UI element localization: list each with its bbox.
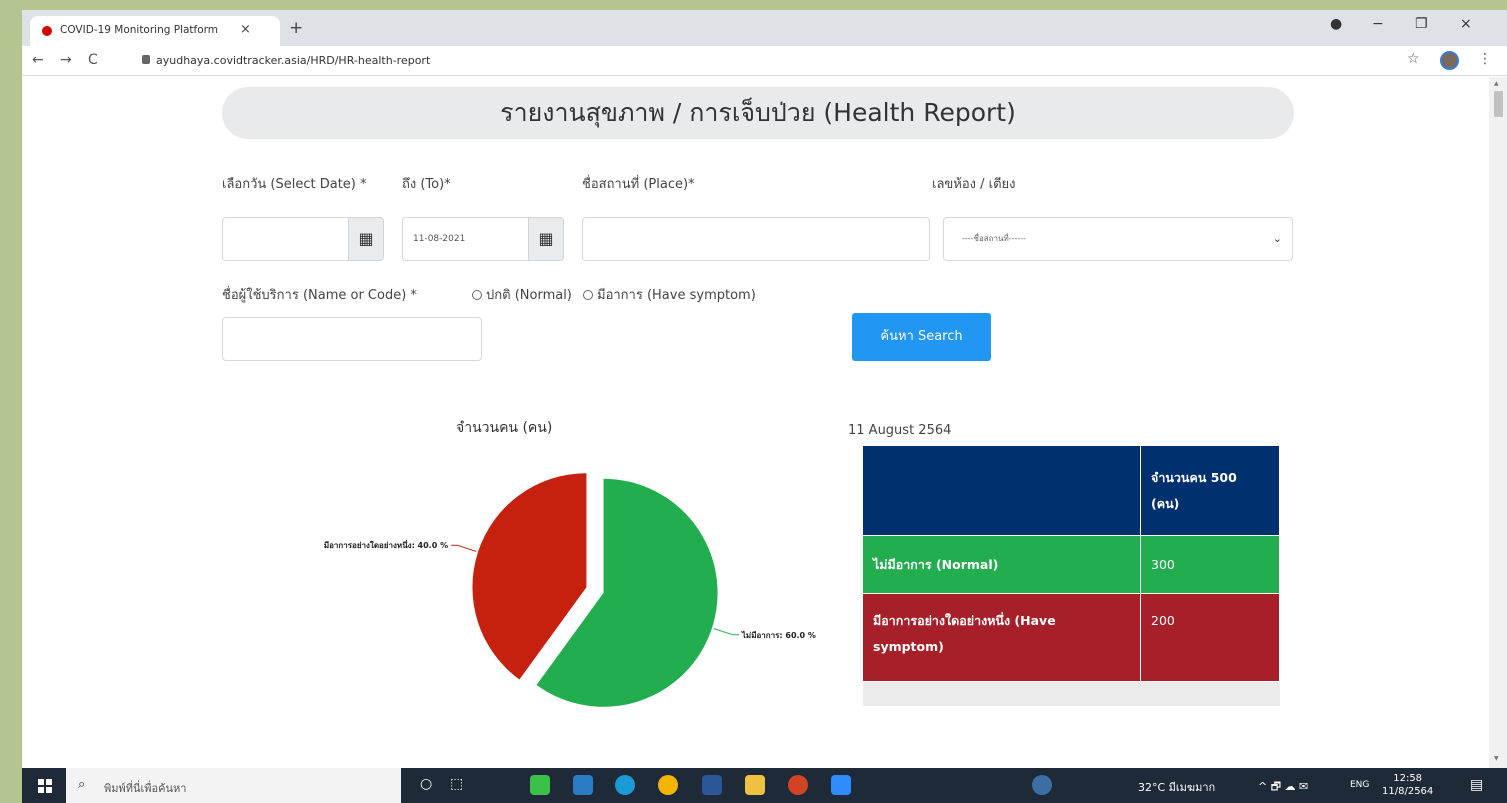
scroll-down-icon[interactable]: ▼ [1494,755,1499,762]
pie-leader-line [713,628,739,636]
room-bed-label: เลขห้อง / เตียง [932,177,1016,192]
table-header-row: จำนวนคน 500 (คน) [862,445,1280,536]
page-title: รายงานสุขภาพ / การเจ็บป่วย (Health Repor… [500,98,1016,127]
table-row: ไม่มีอาการ (Normal) 300 [862,535,1280,594]
scroll-up-icon[interactable]: ▲ [1494,80,1499,87]
name-input[interactable] [222,317,482,361]
room-select[interactable]: ----ชื่อสถานที่------ ⌄ [943,217,1293,261]
room-select-value: ----ชื่อสถานที่------ [962,234,1027,243]
weather-widget[interactable]: 32°C มีเมฆมาก [1138,778,1215,796]
place-input[interactable] [582,217,930,261]
word-app-icon[interactable] [702,775,722,795]
cortana-icon[interactable]: ○ [420,776,432,792]
table-header-empty [862,445,1141,536]
pie-leader-line [451,544,477,552]
pie-data-label: มีอาการอย่างใดอย่างหนึ่ง: 40.0 % [324,539,448,550]
pie-chart: ไม่ระบุ: 0.0 %ไม่มีอาการ: 60.0 %มีอาการอ… [324,473,816,707]
radio-normal-label: ปกติ (Normal) [486,288,572,303]
task-view-icon[interactable]: ⬚ [450,776,463,792]
powerpoint-app-icon[interactable] [788,775,808,795]
end-date-input[interactable]: 11-08-2021 [402,217,529,261]
to-date-label: ถึง (To)* [402,177,451,192]
name-label: ชื่อผู้ใช้บริการ (Name or Code) * [222,288,417,303]
table-header-count: จำนวนคน 500 (คน) [1140,445,1280,536]
place-label: ชื่อสถานที่ (Place)* [582,177,695,192]
zoom-app-icon[interactable] [831,775,851,795]
radio-circle-icon [583,290,593,300]
chart-title: จำนวนคน (คน) [456,420,553,436]
explorer-app-icon[interactable] [573,775,593,795]
clock-date: 11/8/2564 [1382,786,1434,797]
search-button[interactable]: ค้นหา Search [852,313,991,361]
search-icon: ⌕ [78,777,86,792]
scroll-thumb[interactable] [1494,91,1503,117]
line-app-icon[interactable] [530,775,550,795]
calendar-icon[interactable]: ▦ [348,217,384,261]
normal-label: ไม่มีอาการ (Normal) [862,535,1141,594]
page-content: รายงานสุขภาพ / การเจ็บป่วย (Health Repor… [22,77,1489,768]
table-row: มีอาการอย่างใดอย่างหนึ่ง (Have symptom) … [862,593,1280,682]
radio-symptom-label: มีอาการ (Have symptom) [597,288,756,303]
symptom-label: มีอาการอย่างใดอย่างหนึ่ง (Have symptom) [862,593,1141,682]
chrome-app-icon[interactable] [658,775,678,795]
windows-taskbar: ⌕ พิมพ์ที่นี่เพื่อค้นหา ○ ⬚ 32°C มีเมฆมา… [22,768,1507,803]
page-header: รายงานสุขภาพ / การเจ็บป่วย (Health Repor… [222,87,1294,139]
scrollbar[interactable]: ▲ ▼ [1489,77,1507,768]
file-explorer-icon[interactable] [745,775,765,795]
radio-normal[interactable]: ปกติ (Normal) [472,284,572,305]
clock[interactable]: 12:58 11/8/2564 [1382,772,1433,798]
clock-time: 12:58 [1393,773,1423,784]
radio-circle-icon [472,290,482,300]
symptom-value: 200 [1140,593,1280,682]
report-date: 11 August 2564 [848,423,952,438]
system-tray[interactable]: ^ 🗗 ☁ ✉ [1258,778,1308,797]
taskbar-search-placeholder: พิมพ์ที่นี่เพื่อค้นหา [104,782,187,795]
pie-data-label: ไม่มีอาการ: 60.0 % [741,630,816,640]
calendar-icon[interactable]: ▦ [528,217,564,261]
help-icon[interactable] [1032,775,1052,795]
start-date-input[interactable] [222,217,349,261]
notification-icon[interactable]: ▤ [1470,777,1483,793]
edge-app-icon[interactable] [615,775,635,795]
summary-table: จำนวนคน 500 (คน) ไม่มีอาการ (Normal) 300… [862,445,1280,706]
select-date-label: เลือกวัน (Select Date) * [222,177,367,192]
windows-start-icon[interactable] [38,779,52,793]
normal-value: 300 [1140,535,1280,594]
chevron-down-icon: ⌄ [1272,232,1282,245]
taskbar-search[interactable]: ⌕ พิมพ์ที่นี่เพื่อค้นหา [66,768,401,803]
radio-symptom[interactable]: มีอาการ (Have symptom) [583,284,756,305]
language-indicator[interactable]: ENG [1350,780,1369,790]
table-footer-row [862,681,1280,706]
